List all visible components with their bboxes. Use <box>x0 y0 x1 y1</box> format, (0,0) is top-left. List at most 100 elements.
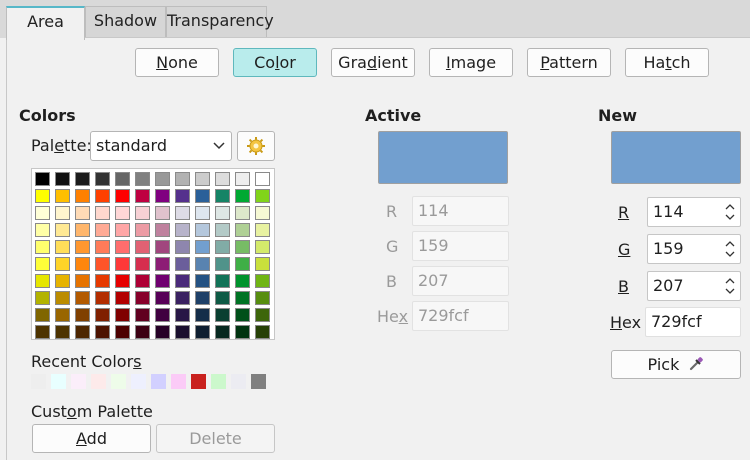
spin-arrows-icon[interactable] <box>724 274 736 298</box>
palette-color-cell[interactable] <box>35 274 50 288</box>
recent-color-cell[interactable] <box>251 374 266 389</box>
recent-color-cell[interactable] <box>171 374 186 389</box>
palette-color-cell[interactable] <box>135 325 150 339</box>
palette-color-cell[interactable] <box>175 308 190 322</box>
fill-color-button[interactable]: Color <box>233 48 317 77</box>
palette-color-cell[interactable] <box>135 308 150 322</box>
palette-color-cell[interactable] <box>75 189 90 203</box>
recent-color-cell[interactable] <box>211 374 226 389</box>
palette-color-cell[interactable] <box>95 189 110 203</box>
delete-button[interactable]: Delete <box>156 424 275 453</box>
palette-color-cell[interactable] <box>155 172 170 186</box>
fill-image-button[interactable]: Image <box>429 48 513 77</box>
palette-color-cell[interactable] <box>215 308 230 322</box>
palette-color-cell[interactable] <box>75 206 90 220</box>
palette-color-cell[interactable] <box>195 240 210 254</box>
palette-color-cell[interactable] <box>95 223 110 237</box>
palette-color-cell[interactable] <box>195 206 210 220</box>
fill-none-button[interactable]: None <box>135 48 219 77</box>
palette-color-cell[interactable] <box>235 240 250 254</box>
palette-color-cell[interactable] <box>55 189 70 203</box>
palette-color-cell[interactable] <box>255 240 270 254</box>
palette-color-cell[interactable] <box>235 189 250 203</box>
palette-color-cell[interactable] <box>75 223 90 237</box>
palette-color-cell[interactable] <box>195 291 210 305</box>
palette-color-cell[interactable] <box>235 308 250 322</box>
palette-color-cell[interactable] <box>255 325 270 339</box>
palette-color-cell[interactable] <box>55 291 70 305</box>
recent-color-cell[interactable] <box>111 374 126 389</box>
fill-pattern-button[interactable]: Pattern <box>527 48 611 77</box>
recent-color-cell[interactable] <box>231 374 246 389</box>
palette-color-cell[interactable] <box>255 223 270 237</box>
palette-color-cell[interactable] <box>55 223 70 237</box>
palette-color-cell[interactable] <box>195 223 210 237</box>
palette-color-cell[interactable] <box>195 257 210 271</box>
palette-color-cell[interactable] <box>155 308 170 322</box>
palette-color-cell[interactable] <box>135 223 150 237</box>
palette-color-cell[interactable] <box>75 274 90 288</box>
new-hex-field[interactable]: 729fcf <box>645 307 741 337</box>
fill-gradient-button[interactable]: Gradient <box>331 48 415 77</box>
palette-color-cell[interactable] <box>255 291 270 305</box>
palette-color-cell[interactable] <box>75 291 90 305</box>
palette-color-cell[interactable] <box>195 172 210 186</box>
palette-color-cell[interactable] <box>155 291 170 305</box>
palette-color-cell[interactable] <box>135 274 150 288</box>
palette-color-cell[interactable] <box>115 291 130 305</box>
recent-color-cell[interactable] <box>51 374 66 389</box>
palette-color-cell[interactable] <box>135 206 150 220</box>
fill-hatch-button[interactable]: Hatch <box>625 48 709 77</box>
palette-color-cell[interactable] <box>175 223 190 237</box>
palette-color-cell[interactable] <box>95 291 110 305</box>
recent-color-cell[interactable] <box>71 374 86 389</box>
new-g-spinbox[interactable]: 159 <box>647 234 741 264</box>
palette-color-cell[interactable] <box>115 274 130 288</box>
palette-color-cell[interactable] <box>235 206 250 220</box>
palette-color-cell[interactable] <box>175 291 190 305</box>
palette-color-cell[interactable] <box>195 274 210 288</box>
spin-arrows-icon[interactable] <box>724 200 736 224</box>
palette-color-cell[interactable] <box>35 189 50 203</box>
palette-color-cell[interactable] <box>135 172 150 186</box>
palette-color-cell[interactable] <box>95 206 110 220</box>
palette-color-cell[interactable] <box>235 291 250 305</box>
palette-color-cell[interactable] <box>115 172 130 186</box>
palette-color-cell[interactable] <box>215 240 230 254</box>
palette-color-cell[interactable] <box>155 240 170 254</box>
palette-color-cell[interactable] <box>95 274 110 288</box>
palette-color-cell[interactable] <box>215 223 230 237</box>
palette-color-cell[interactable] <box>255 308 270 322</box>
palette-color-cell[interactable] <box>35 325 50 339</box>
palette-color-cell[interactable] <box>55 325 70 339</box>
palette-color-cell[interactable] <box>35 308 50 322</box>
tab-shadow[interactable]: Shadow <box>85 6 166 38</box>
palette-color-cell[interactable] <box>175 206 190 220</box>
palette-color-cell[interactable] <box>175 172 190 186</box>
recent-color-cell[interactable] <box>91 374 106 389</box>
palette-color-cell[interactable] <box>255 189 270 203</box>
palette-color-cell[interactable] <box>75 325 90 339</box>
palette-color-cell[interactable] <box>155 257 170 271</box>
palette-color-cell[interactable] <box>115 257 130 271</box>
palette-color-cell[interactable] <box>55 257 70 271</box>
recent-color-cell[interactable] <box>31 374 46 389</box>
palette-color-cell[interactable] <box>195 308 210 322</box>
palette-color-cell[interactable] <box>155 325 170 339</box>
recent-color-cell[interactable] <box>151 374 166 389</box>
palette-color-cell[interactable] <box>75 172 90 186</box>
palette-color-cell[interactable] <box>155 189 170 203</box>
palette-color-cell[interactable] <box>175 325 190 339</box>
palette-color-cell[interactable] <box>215 172 230 186</box>
tab-transparency[interactable]: Transparency <box>166 6 274 38</box>
palette-color-cell[interactable] <box>135 240 150 254</box>
spin-arrows-icon[interactable] <box>724 237 736 261</box>
palette-color-cell[interactable] <box>35 223 50 237</box>
palette-color-cell[interactable] <box>55 240 70 254</box>
palette-color-cell[interactable] <box>175 189 190 203</box>
palette-color-cell[interactable] <box>215 291 230 305</box>
palette-color-cell[interactable] <box>155 206 170 220</box>
palette-color-cell[interactable] <box>235 274 250 288</box>
palette-color-cell[interactable] <box>95 308 110 322</box>
palette-color-cell[interactable] <box>115 223 130 237</box>
